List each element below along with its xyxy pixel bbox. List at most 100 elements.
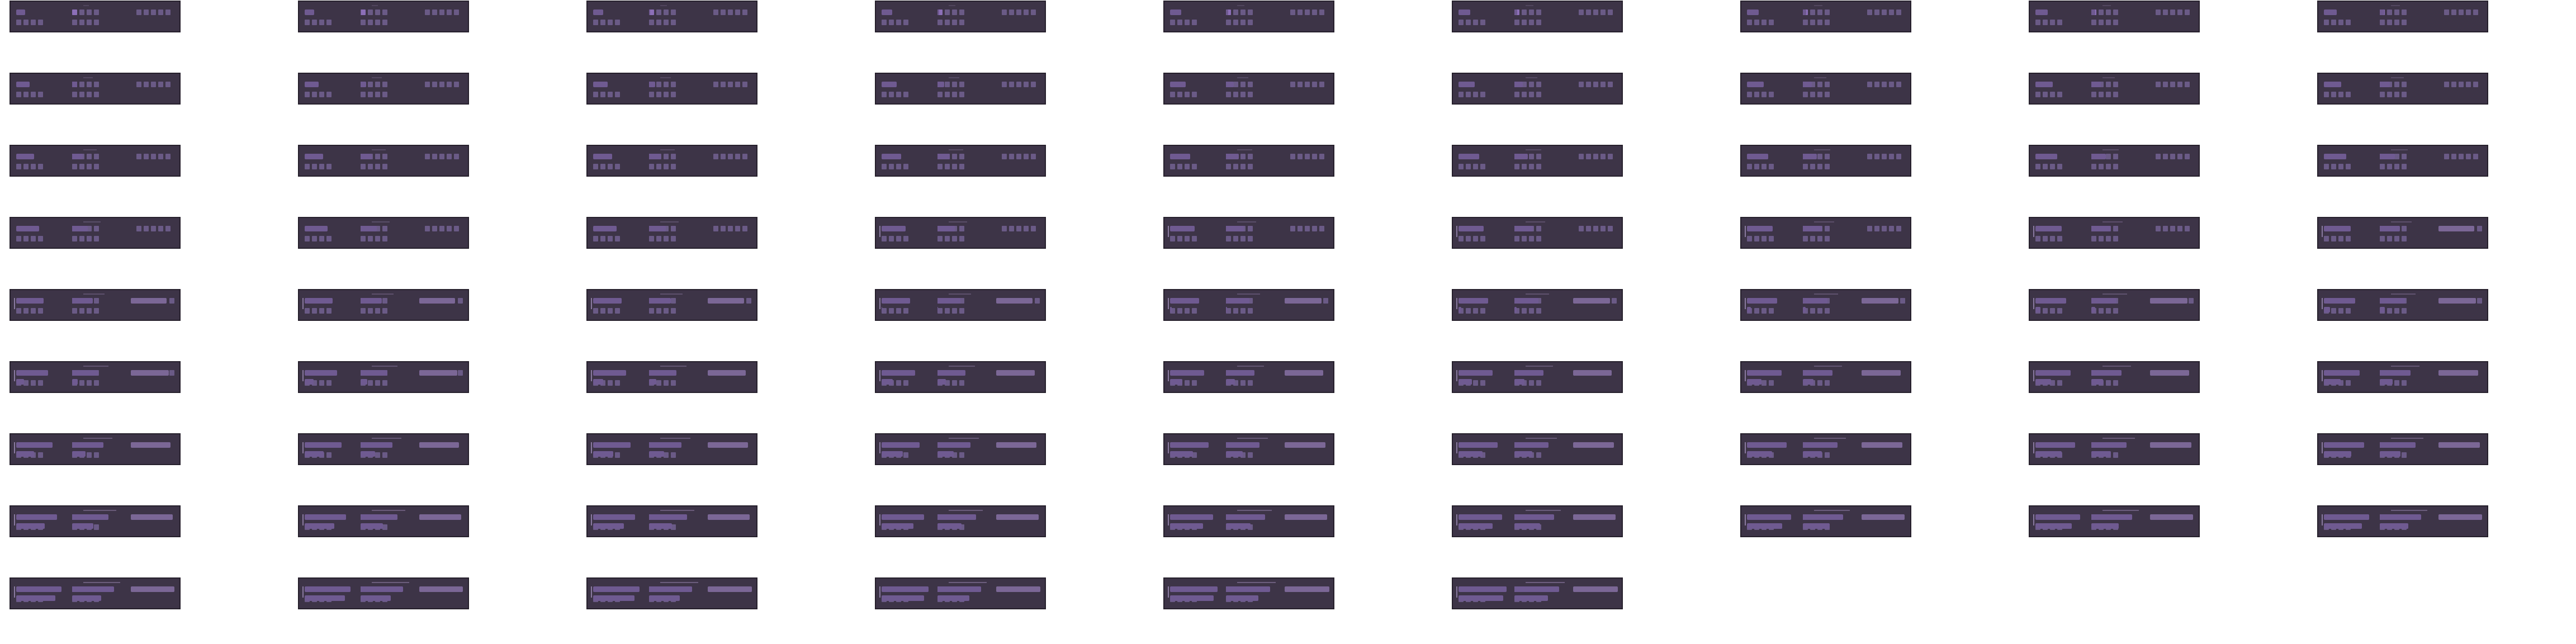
sprite-frame bbox=[2029, 505, 2200, 537]
key-cell bbox=[439, 226, 444, 231]
sprite-frame bbox=[1452, 145, 1623, 177]
key-cell bbox=[87, 20, 92, 25]
key-cell bbox=[1192, 164, 1197, 169]
key-cell bbox=[2050, 20, 2055, 25]
sprite-frame bbox=[10, 433, 181, 465]
key-cell bbox=[742, 154, 747, 159]
key-cell bbox=[1889, 154, 1894, 159]
right-strip bbox=[708, 586, 752, 592]
key-cell bbox=[1529, 92, 1534, 97]
key-cell bbox=[1867, 10, 1872, 15]
key-group bbox=[2091, 20, 2118, 25]
key-cell bbox=[2163, 10, 2168, 15]
mid-bar bbox=[2091, 442, 2127, 448]
key-cell bbox=[1761, 164, 1767, 169]
key-group bbox=[1803, 92, 1830, 97]
key-cell bbox=[882, 164, 887, 169]
mid-bar bbox=[1514, 226, 1533, 231]
sprite-frame bbox=[586, 289, 757, 321]
bottom-mid-bar bbox=[361, 451, 375, 457]
key-cell bbox=[447, 82, 452, 87]
left-tick bbox=[1168, 298, 1169, 309]
left-tick bbox=[1456, 514, 1457, 525]
top-left-bar bbox=[593, 226, 617, 231]
key-cell bbox=[1825, 10, 1830, 15]
top-left-bar bbox=[305, 10, 314, 15]
key-group bbox=[1226, 236, 1253, 242]
key-cell bbox=[1240, 20, 1246, 25]
top-rule bbox=[83, 221, 101, 222]
key-cell bbox=[1185, 92, 1190, 97]
key-cell bbox=[375, 20, 380, 25]
key-group bbox=[1514, 10, 1541, 15]
key-cell bbox=[1882, 154, 1887, 159]
key-cell bbox=[375, 92, 380, 97]
right-strip bbox=[996, 370, 1035, 376]
key-cell bbox=[2177, 82, 2182, 87]
key-group bbox=[2444, 82, 2478, 87]
right-end-key bbox=[746, 298, 751, 304]
key-cell bbox=[1473, 380, 1478, 386]
key-cell bbox=[2402, 154, 2407, 159]
key-cell bbox=[2380, 236, 2385, 242]
key-group bbox=[2444, 154, 2478, 159]
mid-bar bbox=[1514, 442, 1549, 448]
sprite-frame bbox=[1740, 217, 1911, 249]
key-cell bbox=[158, 10, 163, 15]
key-cell bbox=[1825, 380, 1830, 386]
key-cell bbox=[165, 82, 171, 87]
key-cell bbox=[2338, 236, 2343, 242]
key-cell bbox=[1579, 10, 1584, 15]
sprite-frame bbox=[2029, 361, 2200, 393]
bottom-mid-bar bbox=[361, 595, 391, 601]
key-group bbox=[1170, 164, 1197, 169]
key-cell bbox=[742, 10, 747, 15]
key-group bbox=[1867, 226, 1901, 231]
sprite-frame bbox=[1452, 1, 1623, 32]
top-rule bbox=[949, 149, 963, 150]
left-tick bbox=[1168, 586, 1169, 598]
top-rule bbox=[2391, 149, 2408, 150]
top-left-bar bbox=[2324, 298, 2355, 304]
bottom-left-bar bbox=[305, 379, 314, 385]
key-cell bbox=[2402, 380, 2407, 386]
top-rule bbox=[372, 293, 394, 295]
key-cell bbox=[1177, 92, 1182, 97]
key-cell bbox=[945, 10, 950, 15]
key-cell bbox=[87, 236, 92, 242]
key-cell bbox=[1466, 92, 1471, 97]
key-cell bbox=[1593, 154, 1598, 159]
key-cell bbox=[94, 10, 99, 15]
top-left-bar bbox=[1459, 82, 1475, 87]
key-cell bbox=[1009, 82, 1014, 87]
key-cell bbox=[959, 10, 964, 15]
mid-bar bbox=[72, 82, 77, 87]
key-cell bbox=[439, 154, 444, 159]
key-cell bbox=[1874, 154, 1879, 159]
sprite-frame bbox=[10, 361, 181, 393]
mid-bar bbox=[649, 514, 687, 520]
bottom-left-bar bbox=[16, 595, 55, 601]
key-cell bbox=[1305, 226, 1310, 231]
key-cell bbox=[664, 236, 669, 242]
key-group bbox=[1459, 236, 1485, 242]
key-cell bbox=[1480, 380, 1485, 386]
key-cell bbox=[1248, 164, 1253, 169]
top-rule bbox=[1237, 582, 1276, 583]
key-cell bbox=[326, 164, 332, 169]
key-cell bbox=[2043, 164, 2048, 169]
key-cell bbox=[952, 308, 957, 314]
key-group bbox=[1579, 226, 1613, 231]
key-cell bbox=[1185, 308, 1190, 314]
key-group bbox=[72, 164, 99, 169]
sprite-frame bbox=[2029, 73, 2200, 105]
key-cell bbox=[2324, 236, 2329, 242]
sprite-frame bbox=[875, 505, 1046, 537]
key-cell bbox=[656, 92, 661, 97]
key-group bbox=[2380, 20, 2407, 25]
key-cell bbox=[896, 92, 901, 97]
top-left-bar bbox=[2035, 298, 2066, 304]
key-cell bbox=[1009, 154, 1014, 159]
key-cell bbox=[2346, 20, 2351, 25]
top-left-bar bbox=[2324, 154, 2346, 159]
